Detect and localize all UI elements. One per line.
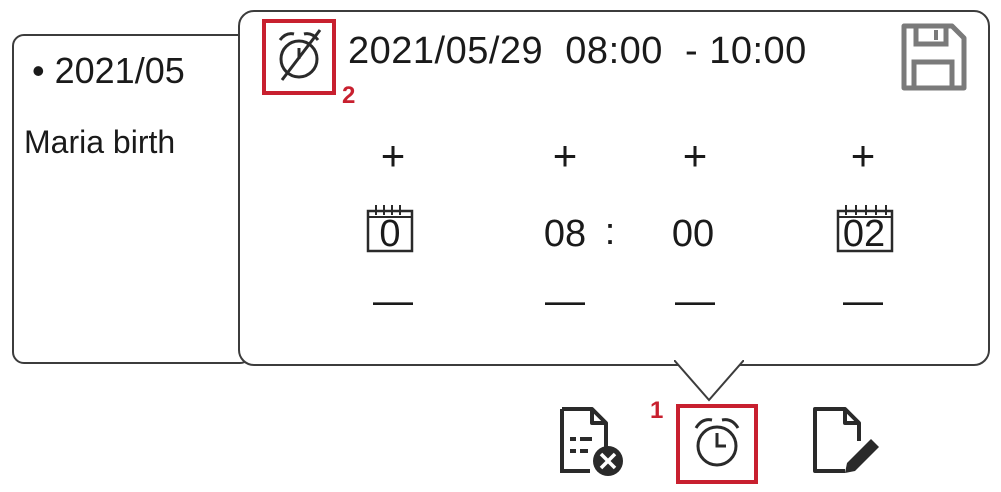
minute-increment-button[interactable]: + xyxy=(665,135,725,177)
note-delete-icon[interactable] xyxy=(558,405,628,479)
day-decrement-button[interactable]: — xyxy=(363,280,423,322)
floppy-disk-icon[interactable] xyxy=(898,22,968,94)
event-card[interactable]: • 2021/05 Maria birth xyxy=(12,34,252,364)
hour-value: 08 xyxy=(543,213,587,255)
duration-increment-button[interactable]: + xyxy=(833,135,893,177)
minute-decrement-button[interactable]: — xyxy=(665,280,725,322)
event-date: • 2021/05 xyxy=(32,50,185,91)
alarm-off-icon[interactable] xyxy=(270,26,328,86)
popup-pointer xyxy=(674,360,744,402)
time-range-text: 2021/05/29 08:00 - 10:00 xyxy=(348,30,807,72)
hour-decrement-button[interactable]: — xyxy=(535,280,595,322)
minute-value: 00 xyxy=(671,213,715,255)
note-edit-icon[interactable] xyxy=(811,405,883,479)
event-title: Maria birth xyxy=(24,124,176,160)
hour-increment-button[interactable]: + xyxy=(535,135,595,177)
time-separator: : xyxy=(604,211,616,253)
marker-1-badge: 1 xyxy=(650,397,664,424)
day-increment-button[interactable]: + xyxy=(363,135,423,177)
day-offset-value: 0 xyxy=(379,213,401,255)
duration-decrement-button[interactable]: — xyxy=(833,280,893,322)
alarm-clock-icon[interactable] xyxy=(688,414,746,472)
duration-value: 02 xyxy=(842,213,886,255)
marker-2-badge: 2 xyxy=(342,82,356,109)
